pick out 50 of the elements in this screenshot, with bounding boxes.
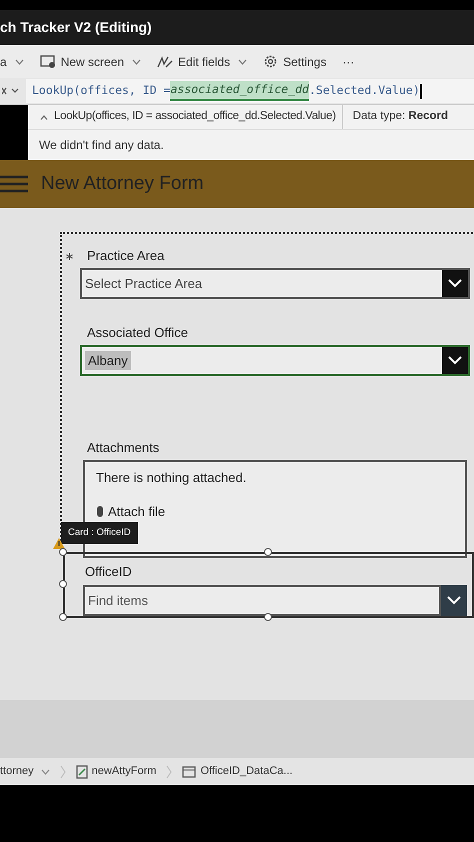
empty-message: There is nothing attached.	[96, 469, 248, 487]
toolbar-button[interactable]: New screen	[40, 52, 142, 70]
dropdown-button[interactable]	[441, 585, 467, 616]
field-label: Associated Office	[87, 324, 188, 342]
breadcrumb-item[interactable]: ttorney	[0, 763, 50, 780]
combo-box[interactable]: Find items	[83, 585, 441, 616]
breadcrumb-item[interactable]: newAttyForm	[76, 763, 156, 780]
dropdown-button[interactable]	[442, 347, 468, 374]
dropdown-button[interactable]	[442, 270, 468, 297]
tooltip: Card : OfficeID	[61, 522, 138, 544]
chevron-icon	[447, 596, 461, 605]
chevron-right-icon	[166, 764, 172, 778]
window-title: ch Tracker V2 (Editing)	[0, 18, 152, 37]
function-icon[interactable]	[2, 86, 20, 96]
chevron-right-icon	[60, 764, 66, 778]
collapse-icon[interactable]	[40, 114, 48, 120]
field-label: OfficeID	[85, 563, 132, 581]
data-type-label: Data type: Record	[352, 109, 448, 124]
result-message: We didn't find any data.	[39, 137, 164, 154]
more-button[interactable]: ···	[342, 52, 354, 70]
paperclip-icon	[96, 504, 104, 518]
resize-handle[interactable]	[59, 613, 67, 621]
toolbar-button[interactable]: Edit fields	[157, 52, 248, 70]
screen-title: New Attorney Form	[41, 172, 204, 196]
dropdown-field[interactable]: Select Practice Area	[80, 268, 470, 299]
breadcrumb-item[interactable]: OfficeID_DataCa...	[182, 763, 293, 780]
formula-text[interactable]: LookUp(offices, ID =	[32, 82, 170, 100]
chevron-icon	[448, 279, 462, 288]
field-label: Practice Area	[87, 247, 164, 266]
field-label: Attachments	[87, 439, 160, 458]
toolbar-button[interactable]: a	[0, 52, 24, 70]
resize-handle[interactable]	[59, 580, 67, 588]
formula-text[interactable]: .Selected.Value)	[308, 82, 420, 100]
screen-icon	[40, 54, 56, 68]
settings-icon	[263, 54, 278, 69]
dropdown-field[interactable]: Albany	[80, 345, 470, 376]
card-icon	[182, 766, 196, 778]
menu-icon[interactable]	[0, 174, 30, 194]
text-cursor	[420, 84, 422, 98]
chevron-icon	[448, 356, 462, 365]
formula-input[interactable]: LookUp(offices, ID =associated_office_dd.Selected.Value)	[26, 79, 474, 103]
form-icon	[76, 764, 88, 778]
resize-handle[interactable]	[59, 548, 67, 556]
toolbar-button[interactable]: Settings	[263, 52, 326, 70]
formula-preview: LookUp(offices, ID = associated_office_dd.Selected.Value)	[54, 109, 336, 124]
formula-text[interactable]: associated_office_dd	[170, 81, 309, 101]
attach-file-button[interactable]: Attach file	[96, 502, 166, 521]
selected-card[interactable]: OfficeID Find items	[63, 552, 474, 618]
pen-icon	[157, 54, 174, 68]
resize-handle[interactable]	[264, 613, 272, 621]
